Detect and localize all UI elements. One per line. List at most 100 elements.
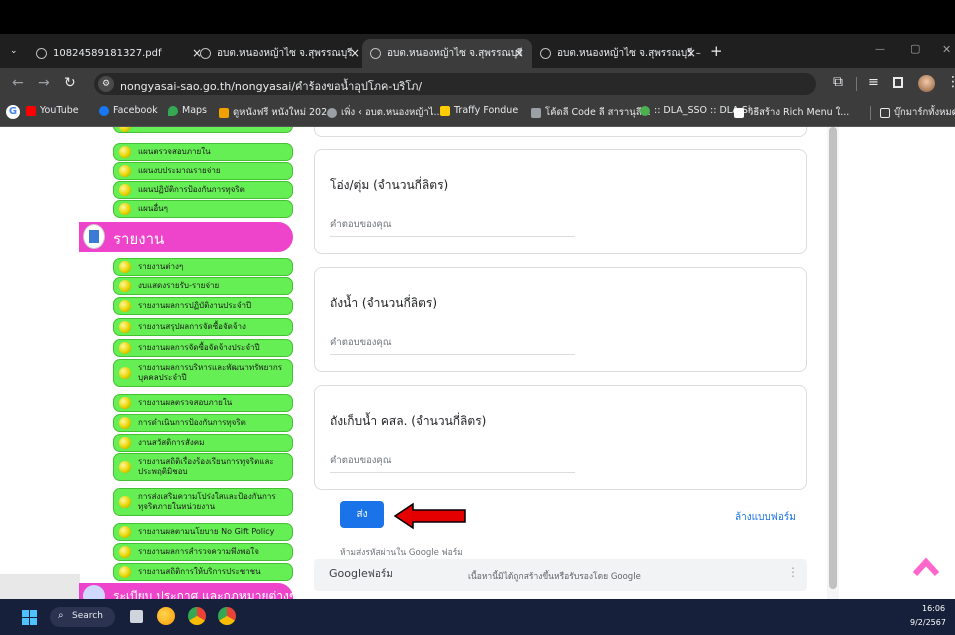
tab-search-chevron-icon[interactable]: ⌄ [10, 46, 18, 56]
bookmark-facebook[interactable]: Facebook [99, 105, 158, 116]
google-g-icon[interactable]: G [6, 105, 20, 119]
tab-close-icon[interactable]: × [350, 46, 360, 60]
forward-arrow-icon[interactable]: → [38, 75, 50, 91]
chrome-icon-2[interactable] [218, 607, 236, 625]
taskbar-search-box[interactable]: ⌕ Search [50, 607, 115, 627]
report-item[interactable]: รายงานผลการปฏิบัติงานประจำปี [113, 297, 293, 315]
footer-menu-icon[interactable]: ⋮ [787, 565, 799, 579]
dla-icon [640, 105, 650, 116]
report-item[interactable]: รายงานสถิติการให้บริการประชาชน [113, 563, 293, 581]
windows-start-icon[interactable] [22, 610, 37, 625]
sidebar-item-budget-plan[interactable]: แผนงบประมาณรายจ่าย [113, 162, 293, 180]
bookmark-divider [870, 106, 871, 120]
menu-kebab-icon[interactable]: ⋮ [946, 74, 955, 90]
bullet-icon [119, 546, 131, 558]
report-item[interactable]: การส่งเสริมความโปร่งใสและป้องกันการทุจริ… [113, 488, 293, 516]
line-icon [734, 107, 744, 118]
report-item[interactable]: รายงานผลการสำรวจความพึงพอใจ [113, 543, 293, 561]
close-window-button[interactable]: ✕ [942, 43, 951, 56]
new-tab-button[interactable]: + [710, 42, 723, 60]
traffy-icon [440, 105, 450, 116]
report-header-label: รายงาน [113, 230, 165, 248]
clock-date[interactable]: 9/2/2567 [910, 618, 946, 627]
report-item[interactable]: การดำเนินการป้องกันการทุจริต [113, 414, 293, 432]
profile-avatar[interactable] [918, 75, 935, 92]
page-viewport: แผนตรวจสอบภายใน แผนงบประมาณรายจ่าย แผนปฏ… [0, 127, 955, 599]
minimize-button[interactable]: — [875, 44, 885, 55]
bullet-icon [119, 184, 131, 196]
question-label: ถังน้ำ (จำนวนกี่ลิตร) [330, 296, 438, 310]
google-forms-footer: Googleฟอร์ม เนื้อหานี้มิได้ถูกสร้างขึ้นห… [314, 559, 807, 591]
google-wordmark: Google [329, 567, 368, 580]
back-arrow-icon[interactable]: ← [12, 75, 24, 91]
report-item[interactable]: รายงานผลการจัดซื้อจัดจ้างประจำปี [113, 339, 293, 357]
clear-form-link[interactable]: ล้างแบบฟอร์ม [735, 510, 796, 525]
tab-nongyasai-1[interactable]: อบต.หนองหญ้าไซ จ.สุพรรณบุรี × [192, 39, 368, 68]
extensions-icon[interactable]: ⧉ [833, 74, 843, 90]
answer-input[interactable]: คำตอบของคุณ [330, 335, 575, 355]
report-item[interactable]: รายงานสรุปผลการจัดซื้อจัดจ้าง [113, 318, 293, 336]
side-panel-icon[interactable] [893, 77, 903, 88]
question-label: ถังเก็บน้ำ คสล. (จำนวนกี่ลิตร) [330, 414, 487, 428]
reload-icon[interactable]: ↻ [64, 75, 76, 91]
answer-input[interactable]: คำตอบของคุณ [330, 217, 575, 237]
bullet-icon [119, 397, 131, 409]
tab-close-icon[interactable]: × [686, 46, 696, 60]
question-card-bucket: ถังน้ำ (จำนวนกี่ลิตร) คำตอบของคุณ [314, 267, 807, 372]
page-scrollbar-thumb[interactable] [829, 127, 837, 589]
tab-title: อบต.หนองหญ้าไซ จ.สุพรรณบุรี [217, 48, 353, 59]
tab-close-icon[interactable]: × [514, 46, 524, 60]
report-item[interactable]: รายงานสถิติเรื่องร้องเรียนการทุจริตและปร… [113, 453, 293, 481]
bullet-icon [119, 280, 131, 292]
tab-title: 10824589181327.pdf [53, 48, 162, 59]
restore-button[interactable]: ▢ [910, 42, 920, 55]
address-bar[interactable]: ⚙ nongyasai-sao.go.th/nongyasai/คำร้องขอ… [94, 73, 816, 95]
bullet-icon [119, 321, 131, 333]
report-section-header[interactable]: รายงาน [79, 222, 293, 252]
bullet-icon [119, 461, 131, 473]
clock-time[interactable]: 16:06 [922, 604, 945, 613]
regulations-section-header[interactable]: ระเบียบ ประกาศ และกฎหมายต่างๆ [79, 583, 295, 599]
tab-nongyasai-3[interactable]: อบต.หนองหญ้าไซ จ.สุพรรณบุรี – อ × [532, 39, 704, 68]
report-item[interactable]: รายงานผลการบริหารและพัฒนาทรัพยากรบุคคลปร… [113, 359, 293, 387]
globe-icon [200, 48, 211, 59]
report-item[interactable]: รายงานผลตามนโยบาย No Gift Policy [113, 523, 293, 541]
report-item[interactable]: งบแสดงรายรับ-รายจ่าย [113, 277, 293, 295]
bookmark-movie[interactable]: ดูหนังฟรี หนังใหม่ 202... [219, 105, 336, 120]
top-black-bar [0, 0, 955, 34]
report-item[interactable]: งานสวัสดิการสังคม [113, 434, 293, 452]
bookmark-code[interactable]: โค้ดลี Code ลี สารานุลี... [531, 105, 651, 120]
taskbar-app-icon[interactable] [157, 607, 175, 625]
report-item[interactable]: รายงานผลตรวจสอบภายใน [113, 394, 293, 412]
task-view-icon[interactable] [130, 610, 143, 623]
code-site-icon [531, 107, 541, 118]
reading-list-icon[interactable]: ≡ [868, 75, 879, 90]
bullet-icon [119, 417, 131, 429]
tab-pdf[interactable]: 10824589181327.pdf × [28, 39, 210, 68]
bookmark-maps[interactable]: Maps [168, 105, 207, 116]
globe-icon [540, 48, 551, 59]
scroll-to-top-chevron-icon[interactable] [912, 557, 940, 585]
sidebar-item-anticorruption-plan[interactable]: แผนปฏิบัติการป้องกันการทุจริต [113, 181, 293, 199]
sidebar-item-partial[interactable] [113, 127, 293, 133]
tab-nongyasai-active[interactable]: อบต.หนองหญ้าไซ จ.สุพรรณบุรี × [362, 39, 532, 68]
report-item[interactable]: รายงานต่างๆ [113, 258, 293, 276]
bookmark-rich-menu[interactable]: วิธีสร้าง Rich Menu ใ... [734, 105, 849, 120]
bookmark-traffy[interactable]: Traffy Fondue [440, 105, 518, 116]
bullet-icon [119, 496, 131, 508]
sidebar-item-other-plans[interactable]: แผนอื่นๆ [113, 200, 293, 218]
movie-site-icon [219, 107, 229, 118]
folder-icon [880, 107, 890, 118]
answer-input[interactable]: คำตอบของคุณ [330, 453, 575, 473]
bookmark-nongyasai[interactable]: เพิ่ง ‹ อบต.หนองหญ้าไ... [327, 105, 443, 120]
toolbar-divider [856, 77, 857, 91]
sidebar-item-internal-audit-plan[interactable]: แผนตรวจสอบภายใน [113, 143, 293, 161]
report-document-icon [83, 224, 105, 249]
question-card-tank: ถังเก็บน้ำ คสล. (จำนวนกี่ลิตร) คำตอบของค… [314, 385, 807, 490]
submit-button[interactable]: ส่ง [340, 501, 384, 528]
all-bookmarks-folder[interactable]: บุ๊กมาร์กทั้งหมด [880, 105, 955, 120]
facebook-icon [99, 105, 109, 116]
chrome-icon[interactable] [188, 607, 206, 625]
site-info-icon[interactable]: ⚙ [98, 76, 114, 92]
bookmark-youtube[interactable]: YouTube [26, 105, 79, 116]
